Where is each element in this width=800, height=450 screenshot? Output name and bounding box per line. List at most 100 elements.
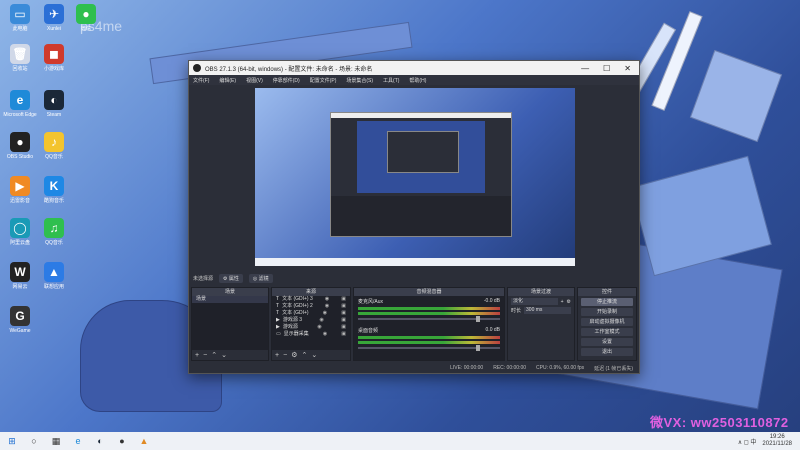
menu-file[interactable]: 文件(F) bbox=[193, 77, 209, 84]
desktop-icon[interactable]: ▲ 联想应用 bbox=[36, 262, 72, 290]
desktop-icon-label: 此电脑 bbox=[12, 26, 28, 32]
visibility-icon[interactable]: ◉ bbox=[317, 324, 321, 331]
source-item[interactable]: T 文本 (GDI+) 3 ◉ ▣ bbox=[272, 296, 350, 303]
obs-icon[interactable]: ● bbox=[116, 435, 128, 447]
obs-window[interactable]: OBS 27.1.3 (64-bit, windows) - 配置文件: 未命名… bbox=[188, 60, 640, 374]
lock-icon[interactable]: ▣ bbox=[341, 324, 346, 331]
task-view-icon[interactable]: ▦ bbox=[50, 435, 62, 447]
desktop-icon[interactable]: ● OBS Studio bbox=[2, 132, 38, 160]
close-button[interactable]: ✕ bbox=[624, 64, 631, 73]
desktop-icon-label: OBS Studio bbox=[6, 154, 34, 160]
scenes-dock: 场景 场景 + − ⌃ ⌄ bbox=[191, 287, 269, 361]
desktop-icon[interactable]: ◯ 阿里云盘 bbox=[2, 218, 38, 246]
down-icon[interactable]: ⌄ bbox=[221, 351, 227, 359]
dropped-frames-status: 延迟 (1 帧已丢失) bbox=[594, 365, 633, 372]
add-icon[interactable]: + bbox=[195, 352, 199, 359]
desktop-icon[interactable]: ♫ QQ音乐 bbox=[36, 218, 72, 246]
duration-input[interactable]: 300 ms bbox=[524, 307, 571, 314]
remove-icon[interactable]: − bbox=[203, 352, 207, 359]
app-icon[interactable]: ▲ bbox=[138, 435, 150, 447]
desktop-icon[interactable]: ▭ 此电脑 bbox=[2, 4, 38, 32]
desktop-icon[interactable]: ▶ 迅雷影音 bbox=[2, 176, 38, 204]
desktop-icon[interactable]: ◼ 小游戏库 bbox=[36, 44, 72, 72]
settings-button[interactable]: 设置 bbox=[581, 338, 633, 346]
scene-item[interactable]: 场景 bbox=[192, 296, 268, 303]
source-item[interactable]: T 文本 (GDI+) 2 ◉ ▣ bbox=[272, 303, 350, 310]
source-item[interactable]: ▶ 游戏源 ◉ ▣ bbox=[272, 324, 350, 331]
desktop-icon[interactable]: ● 微信 bbox=[68, 4, 104, 32]
desktop-icon[interactable]: G WeGame bbox=[2, 306, 38, 334]
lock-icon[interactable]: ▣ bbox=[341, 331, 346, 338]
source-item[interactable]: ▶ 游戏源 3 ◉ ▣ bbox=[272, 317, 350, 324]
menu-help[interactable]: 帮助(H) bbox=[409, 77, 426, 84]
volume-slider[interactable] bbox=[358, 316, 500, 322]
start-virtual-camera-button[interactable]: 启动虚拟摄像机 bbox=[581, 318, 633, 326]
visibility-icon[interactable]: ◉ bbox=[319, 317, 323, 324]
sources-title: 来源 bbox=[272, 288, 350, 296]
menu-docks[interactable]: 停靠部件(D) bbox=[273, 77, 300, 84]
desktop-icon[interactable]: W 网易云 bbox=[2, 262, 38, 290]
menu-edit[interactable]: 编辑(E) bbox=[219, 77, 236, 84]
menu-profile[interactable]: 配置文件(P) bbox=[310, 77, 337, 84]
lock-icon[interactable]: ▣ bbox=[341, 303, 346, 310]
volume-slider[interactable] bbox=[358, 345, 500, 351]
preview-canvas[interactable] bbox=[255, 88, 575, 266]
stop-streaming-button[interactable]: 停止推流 bbox=[581, 298, 633, 306]
properties-button[interactable]: ⚙ 属性 bbox=[219, 273, 243, 283]
visibility-icon[interactable]: ◉ bbox=[323, 310, 327, 317]
source-item[interactable]: T 文本 (GDI+) ◉ ▣ bbox=[272, 310, 350, 317]
menu-tools[interactable]: 工具(T) bbox=[383, 77, 399, 84]
start-recording-button[interactable]: 开始录制 bbox=[581, 308, 633, 316]
desktop-icon[interactable]: K 酷狗音乐 bbox=[36, 176, 72, 204]
desktop-icon[interactable]: ◐ Steam bbox=[36, 90, 72, 118]
source-label: 文本 (GDI+) bbox=[282, 310, 309, 316]
plus-icon[interactable]: + bbox=[561, 299, 564, 305]
start-icon[interactable]: ⊞ bbox=[6, 435, 18, 447]
obs-titlebar[interactable]: OBS 27.1.3 (64-bit, windows) - 配置文件: 未命名… bbox=[189, 61, 639, 75]
no-source-label: 未选择源 bbox=[193, 275, 214, 282]
gear-icon[interactable]: ⚙ bbox=[291, 351, 297, 359]
desktop-icon[interactable]: 🗑 回收站 bbox=[2, 44, 38, 72]
desktop-icon[interactable]: ♪ QQ音乐 bbox=[36, 132, 72, 160]
menu-scene-collection[interactable]: 场景集合(S) bbox=[346, 77, 373, 84]
steam-icon[interactable]: ◐ bbox=[94, 435, 106, 447]
lock-icon[interactable]: ▣ bbox=[341, 310, 346, 317]
docks-row: 场景 场景 + − ⌃ ⌄ 来源 T 文本 (GDI+) 3 ◉ ▣ T 文本 (GDI+… bbox=[191, 287, 637, 361]
lock-icon[interactable]: ▣ bbox=[341, 296, 346, 303]
visibility-icon[interactable]: ◉ bbox=[325, 303, 329, 310]
desktop-icon[interactable]: ✈ Xunlei bbox=[36, 4, 72, 32]
source-item[interactable]: ▭ 显示器采集 ◉ ▣ bbox=[272, 331, 350, 338]
source-type-icon: ▭ bbox=[276, 331, 281, 337]
desktop-icon-label: 小游戏库 bbox=[43, 66, 64, 72]
down-icon[interactable]: ⌄ bbox=[311, 351, 317, 359]
up-icon[interactable]: ⌃ bbox=[211, 351, 217, 359]
source-label: 显示器采集 bbox=[283, 331, 309, 337]
menu-view[interactable]: 视图(V) bbox=[246, 77, 263, 84]
search-icon[interactable]: ○ bbox=[28, 435, 40, 447]
up-icon[interactable]: ⌃ bbox=[301, 351, 307, 359]
tray-icons[interactable]: ∧ ◻ 中 bbox=[738, 437, 757, 446]
duration-label: 时长 bbox=[511, 308, 522, 314]
edge-icon[interactable]: e bbox=[72, 435, 84, 447]
contact-watermark: 微VX: ww2503110872 bbox=[650, 415, 789, 430]
exit-button[interactable]: 退出 bbox=[581, 348, 633, 356]
add-icon[interactable]: + bbox=[275, 352, 279, 359]
desktop-icon-label: 酷狗音乐 bbox=[43, 198, 64, 204]
gear-icon[interactable]: ⚙ bbox=[567, 299, 571, 305]
visibility-icon[interactable]: ◉ bbox=[323, 331, 327, 338]
filters-button[interactable]: ◎ 滤镜 bbox=[248, 273, 273, 283]
app-icon: ▶ bbox=[10, 176, 30, 196]
lock-icon[interactable]: ▣ bbox=[341, 317, 346, 324]
visibility-icon[interactable]: ◉ bbox=[325, 296, 329, 303]
taskbar: ⊞ ○ ▦ e ◐ ● ▲ ∧ ◻ 中 19:26 2021/11/28 bbox=[0, 432, 800, 450]
desktop-icon-label: QQ音乐 bbox=[45, 240, 63, 246]
live-status: LIVE: 00:00:00 bbox=[450, 365, 484, 371]
remove-icon[interactable]: − bbox=[283, 352, 287, 359]
transition-select[interactable]: 淡化 bbox=[511, 298, 558, 305]
studio-mode-button[interactable]: 工作室模式 bbox=[581, 328, 633, 336]
clock[interactable]: 19:26 2021/11/28 bbox=[762, 434, 792, 448]
minimize-button[interactable]: — bbox=[581, 64, 589, 73]
maximize-button[interactable]: ☐ bbox=[603, 64, 610, 73]
desktop-icon-label: QQ音乐 bbox=[45, 154, 63, 160]
desktop-icon[interactable]: e Microsoft Edge bbox=[2, 90, 38, 118]
